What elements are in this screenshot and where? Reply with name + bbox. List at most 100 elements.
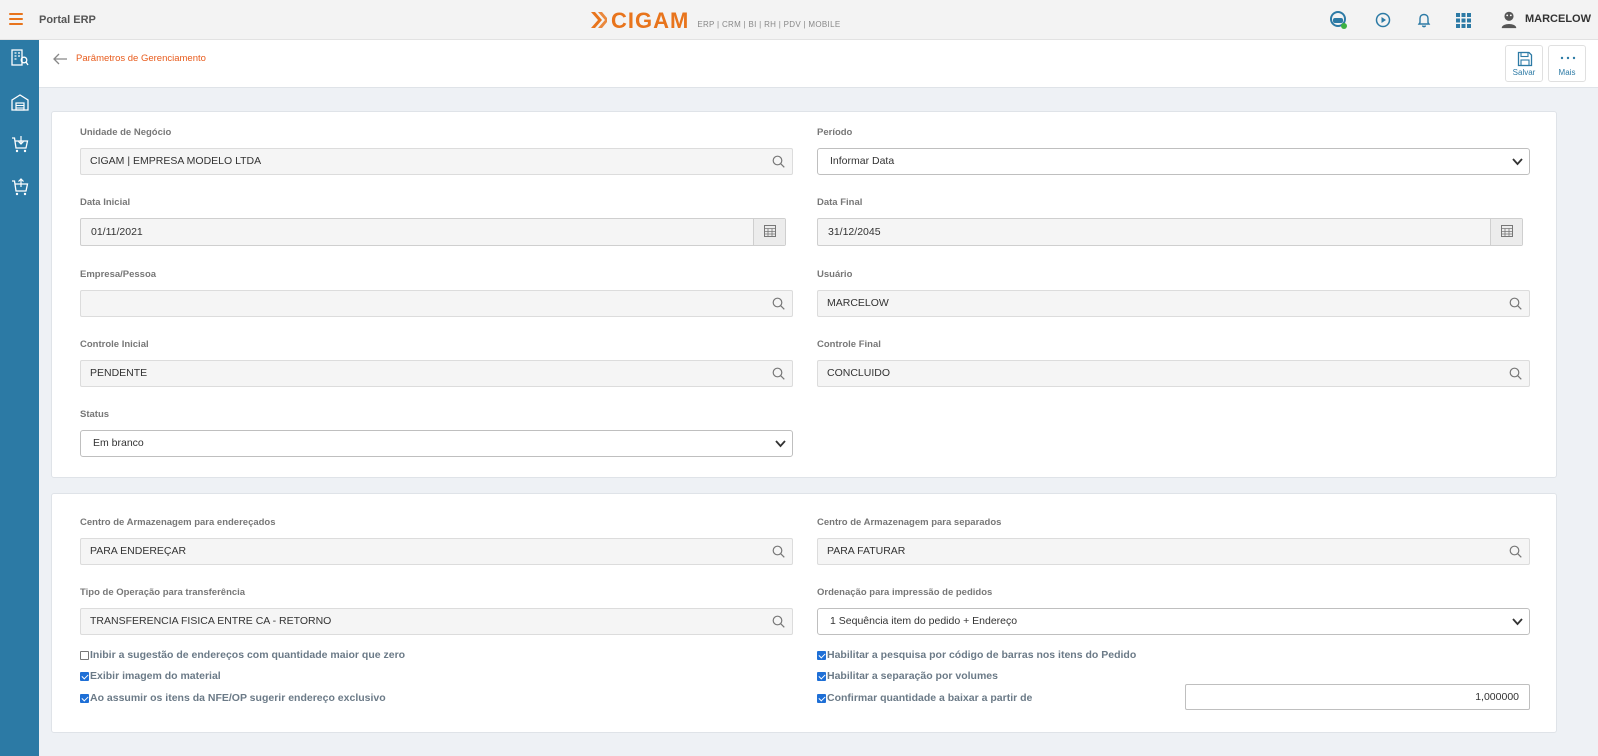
checkbox-label: Habilitar a separação por volumes [827, 670, 998, 682]
checkbox-box[interactable] [817, 650, 826, 660]
centro-enderecados-field[interactable]: PARA ENDEREÇAR [80, 538, 793, 565]
confirmar-quantidade-checkbox[interactable]: Confirmar quantidade a baixar a partir d… [817, 692, 1032, 704]
usuario-value: MARCELOW [827, 297, 889, 309]
cart-up-icon[interactable] [11, 178, 29, 196]
status-value: Em branco [93, 437, 144, 449]
codigo-barras-checkbox[interactable]: Habilitar a pesquisa por código de barra… [817, 649, 1136, 661]
data-inicial-value: 01/11/2021 [91, 226, 143, 238]
data-final-field[interactable]: 31/12/2045 [817, 218, 1523, 246]
checkbox-label: Habilitar a pesquisa por código de barra… [827, 649, 1137, 661]
checkbox-label: Ao assumir os itens da NFE/OP sugerir en… [90, 692, 386, 704]
checkbox-box[interactable] [80, 650, 89, 660]
unidade-value: CIGAM | EMPRESA MODELO LTDA [90, 155, 262, 167]
save-label: Salvar [1512, 68, 1536, 77]
sugerir-endereco-checkbox[interactable]: Ao assumir os itens da NFE/OP sugerir en… [80, 692, 386, 704]
cigam-logo: CIGAM ERP | CRM | BI | RH | PDV | MOBILE [590, 8, 840, 32]
chevron-down-icon [1512, 158, 1523, 166]
checkbox-box[interactable] [80, 671, 89, 681]
support-icon[interactable] [1328, 10, 1348, 30]
top-bar: Portal ERP CIGAM ERP | CRM | BI | RH | P… [0, 0, 1598, 40]
more-label: Mais [1558, 68, 1576, 77]
checkbox-label: Exibir imagem do material [90, 670, 221, 682]
ordenacao-label: Ordenação para impressão de pedidos [817, 587, 993, 598]
back-arrow-icon[interactable] [52, 52, 68, 66]
calendar-icon [1501, 225, 1513, 237]
centro-separados-field[interactable]: PARA FATURAR [817, 538, 1530, 565]
cigam-logo-icon [591, 12, 607, 28]
tipo-operacao-label: Tipo de Operação para transferência [80, 587, 246, 598]
quantidade-input[interactable]: 1,000000 [1185, 684, 1530, 710]
data-final-label: Data Final [817, 197, 863, 208]
status-select[interactable]: Em branco [80, 430, 793, 457]
app-title: Portal ERP [39, 14, 96, 26]
data-inicial-field[interactable]: 01/11/2021 [80, 218, 786, 246]
controle-final-value: CONCLUIDO [827, 367, 891, 379]
calendar-icon [764, 225, 776, 237]
usuario-label: Usuário [817, 269, 853, 280]
tipo-operacao-value: TRANSFERENCIA FISICA ENTRE CA - RETORNO [90, 615, 332, 627]
sidebar [0, 40, 39, 756]
chevron-down-icon [775, 440, 786, 448]
more-dots-icon [1560, 56, 1576, 60]
filters-card: Unidade de Negócio CIGAM | EMPRESA MODEL… [51, 111, 1557, 478]
controle-final-label: Controle Final [817, 339, 881, 350]
data-final-value: 31/12/2045 [828, 226, 881, 238]
page-title: Parâmetros de Gerenciamento [76, 53, 206, 64]
ordenacao-value: 1 Sequência item do pedido + Endereço [830, 615, 1018, 627]
status-label: Status [80, 409, 110, 420]
bell-icon[interactable] [1414, 10, 1434, 30]
search-icon[interactable] [772, 545, 785, 558]
warehouse-icon[interactable] [11, 93, 29, 111]
exibir-imagem-checkbox[interactable]: Exibir imagem do material [80, 670, 221, 682]
controle-final-field[interactable]: CONCLUIDO [817, 360, 1530, 387]
usuario-field[interactable]: MARCELOW [817, 290, 1530, 317]
periodo-select[interactable]: Informar Data [817, 148, 1530, 175]
search-icon[interactable] [772, 297, 785, 310]
checkbox-label: Inibir a sugestão de endereços com quant… [90, 649, 406, 661]
checkbox-label: Confirmar quantidade a baixar a partir d… [827, 692, 1033, 704]
tipo-operacao-field[interactable]: TRANSFERENCIA FISICA ENTRE CA - RETORNO [80, 608, 793, 635]
search-icon[interactable] [1509, 297, 1522, 310]
building-search-icon[interactable] [11, 49, 29, 67]
centro-separados-value: PARA FATURAR [827, 545, 906, 557]
inibir-sugestao-checkbox[interactable]: Inibir a sugestão de endereços com quant… [80, 649, 405, 661]
ordenacao-select[interactable]: 1 Sequência item do pedido + Endereço [817, 608, 1530, 635]
checkbox-box[interactable] [80, 693, 89, 703]
controle-inicial-value: PENDENTE [90, 367, 148, 379]
separacao-volumes-checkbox[interactable]: Habilitar a separação por volumes [817, 670, 998, 682]
unidade-label: Unidade de Negócio [80, 127, 172, 138]
save-button[interactable]: Salvar [1505, 45, 1543, 82]
checkbox-box[interactable] [817, 671, 826, 681]
chevron-down-icon [1512, 618, 1523, 626]
checkbox-box[interactable] [817, 693, 826, 703]
empresa-field[interactable] [80, 290, 793, 317]
calendar-button[interactable] [1490, 219, 1522, 245]
search-icon[interactable] [1509, 367, 1522, 380]
cart-down-icon[interactable] [11, 135, 29, 153]
search-icon[interactable] [772, 367, 785, 380]
search-icon[interactable] [1509, 545, 1522, 558]
avatar[interactable] [1499, 9, 1519, 29]
periodo-value: Informar Data [830, 155, 895, 167]
centro-enderecados-label: Centro de Armazenagem para endereçados [80, 517, 276, 528]
empresa-label: Empresa/Pessoa [80, 269, 157, 280]
controle-inicial-label: Controle Inicial [80, 339, 149, 350]
periodo-label: Período [817, 127, 853, 138]
user-name[interactable]: MARCELOW [1525, 13, 1591, 25]
centro-enderecados-value: PARA ENDEREÇAR [90, 545, 187, 557]
settings-card: Centro de Armazenagem para endereçados P… [51, 493, 1557, 733]
search-icon[interactable] [772, 615, 785, 628]
unidade-field[interactable]: CIGAM | EMPRESA MODELO LTDA [80, 148, 793, 175]
controle-inicial-field[interactable]: PENDENTE [80, 360, 793, 387]
menu-icon[interactable] [9, 13, 23, 25]
apps-grid-icon[interactable] [1453, 10, 1473, 30]
logo-subtitle: ERP | CRM | BI | RH | PDV | MOBILE [697, 20, 841, 29]
data-inicial-label: Data Inicial [80, 197, 131, 208]
more-button[interactable]: Mais [1548, 45, 1586, 82]
search-icon[interactable] [772, 155, 785, 168]
page-header: Parâmetros de Gerenciamento Salvar Mais [39, 40, 1598, 88]
save-icon [1517, 51, 1533, 67]
logo-text: CIGAM [611, 8, 690, 33]
play-icon[interactable] [1373, 10, 1393, 30]
calendar-button[interactable] [753, 219, 785, 245]
